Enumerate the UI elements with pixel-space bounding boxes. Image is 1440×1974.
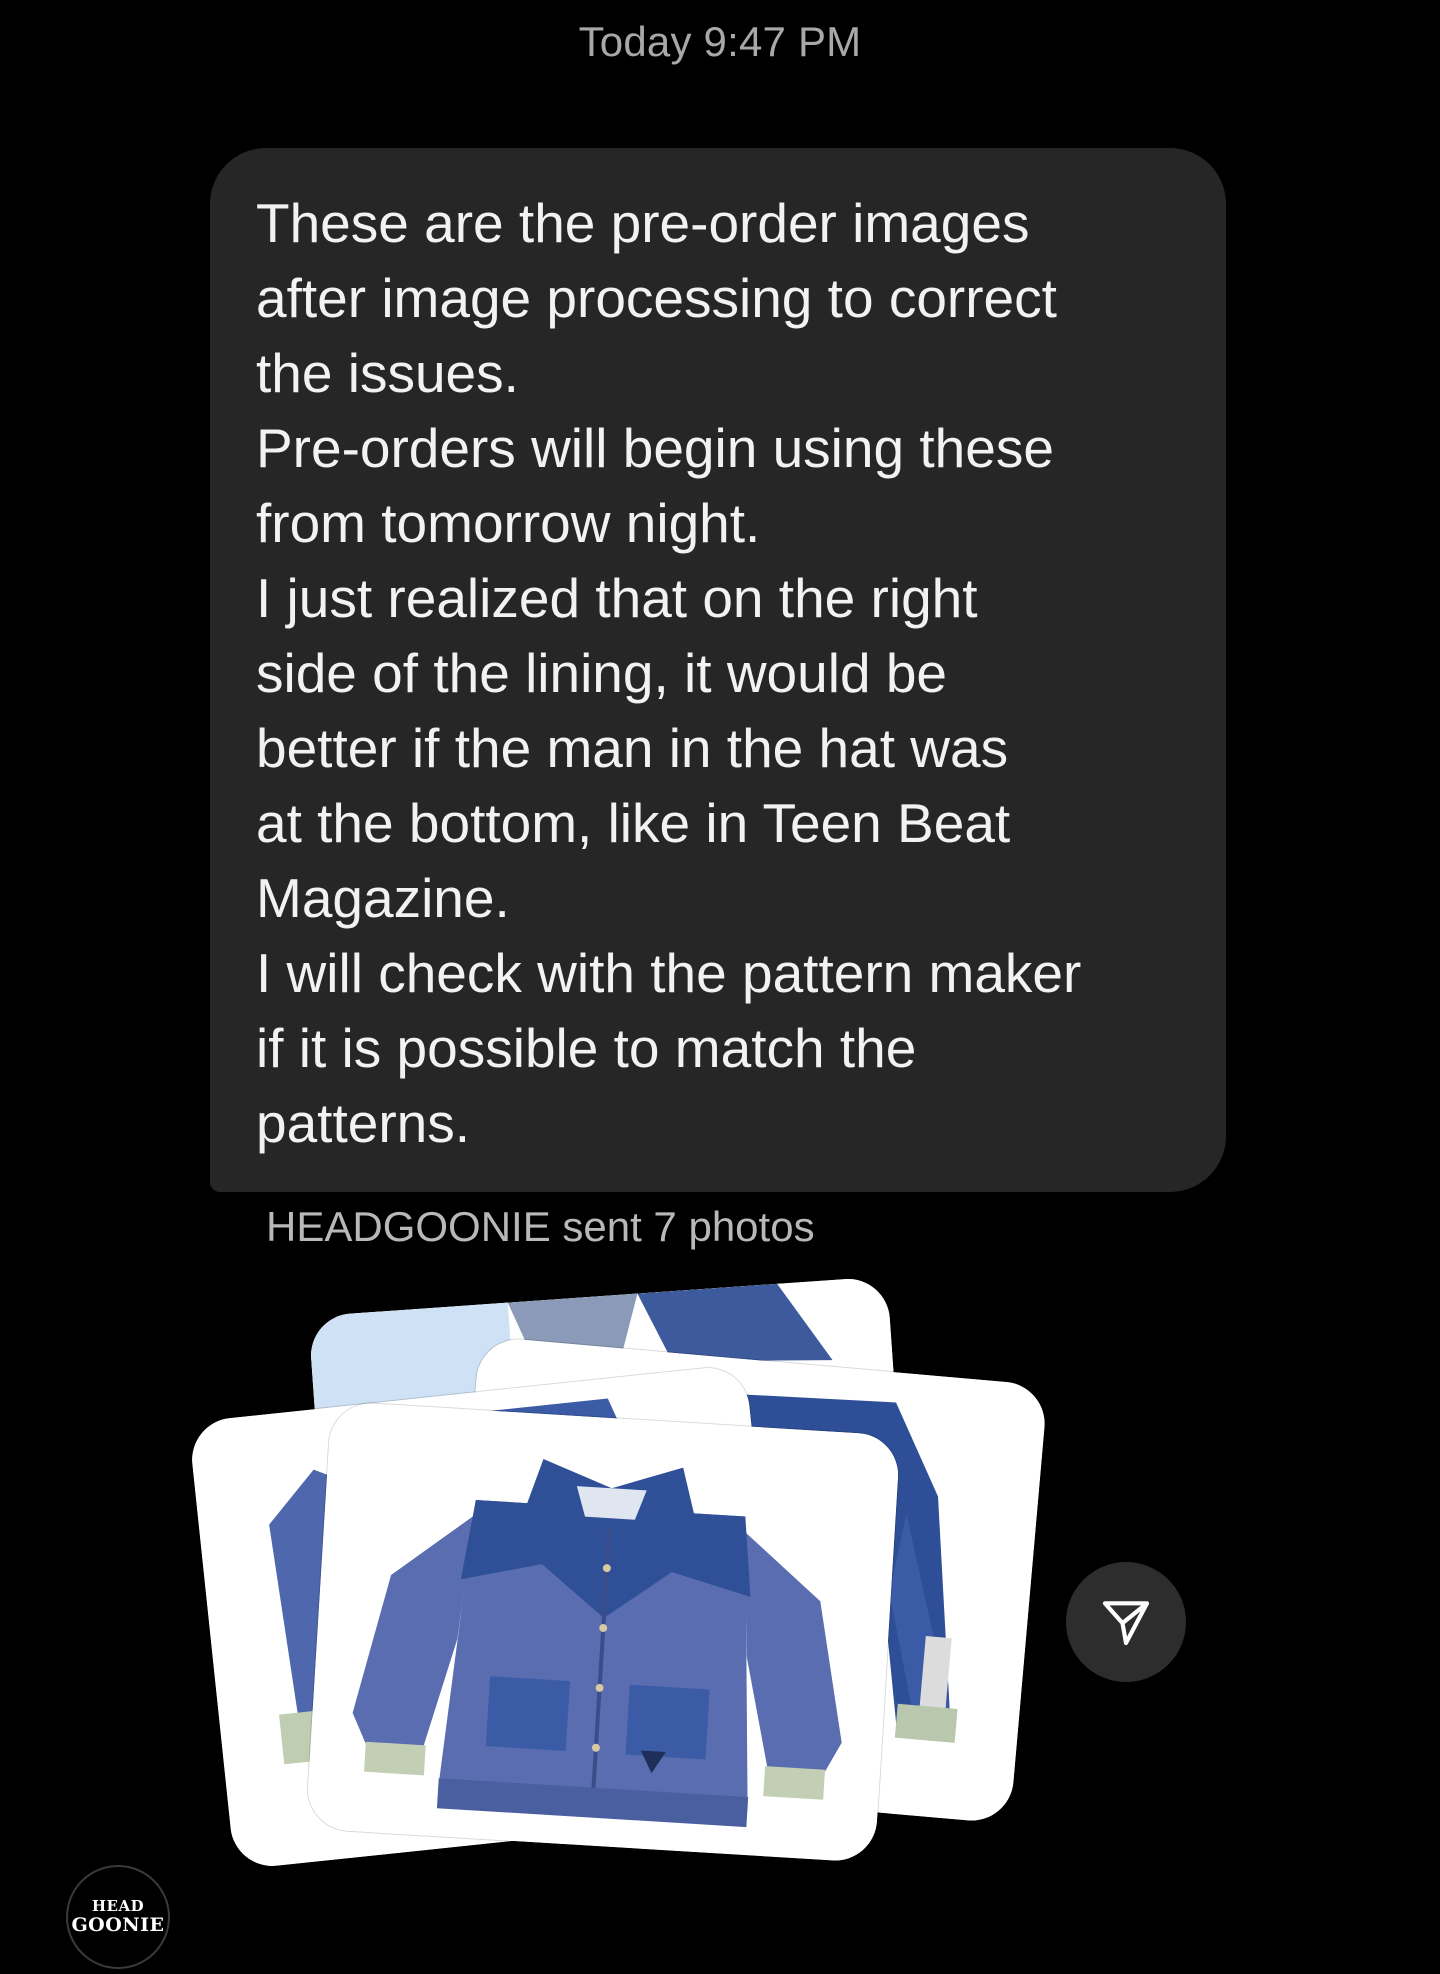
- message-line: better if the man in the hat was: [256, 717, 1009, 779]
- message-line: I will check with the pattern maker: [256, 942, 1082, 1004]
- message-line: the issues.: [256, 342, 519, 404]
- share-button[interactable]: [1066, 1562, 1186, 1682]
- message-line: Pre-orders will begin using these: [256, 417, 1054, 479]
- message-line: after image processing to correct: [256, 267, 1057, 329]
- message-line: I just realized that on the right: [256, 567, 978, 629]
- message-bubble[interactable]: These are the pre-order images after ima…: [210, 148, 1226, 1192]
- message-timestamp: Today 9:47 PM: [578, 18, 862, 65]
- photo-stack[interactable]: [188, 1270, 1070, 1900]
- avatar-text-line-2: GOONIE: [71, 1914, 165, 1936]
- photos-sent-caption: HEADGOONIE sent 7 photos: [266, 1203, 815, 1250]
- avatar-text-line-1: HEAD: [91, 1897, 145, 1915]
- paper-plane-icon: [1102, 1601, 1150, 1646]
- sender-avatar[interactable]: HEAD GOONIE: [66, 1865, 170, 1969]
- jacket-photo: [305, 1401, 901, 1863]
- message-line: These are the pre-order images: [256, 192, 1030, 254]
- message-line: at the bottom, like in Teen Beat: [256, 792, 1011, 854]
- message-line: Magazine.: [256, 867, 510, 929]
- message-line: side of the lining, it would be: [256, 642, 947, 704]
- photo-card-front[interactable]: [305, 1401, 901, 1863]
- message-line: patterns.: [256, 1092, 471, 1154]
- message-line: if it is possible to match the: [256, 1017, 917, 1079]
- message-line: from tomorrow night.: [256, 492, 761, 554]
